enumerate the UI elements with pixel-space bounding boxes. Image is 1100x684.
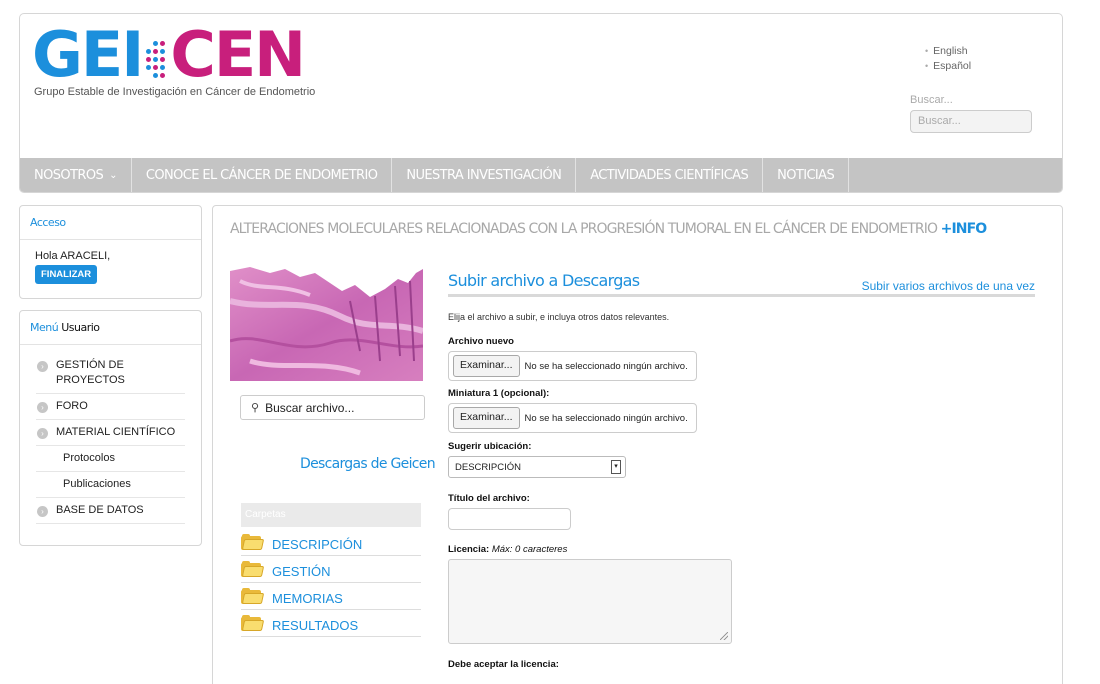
menu-item-label: BASE DE DATOS [56,504,144,516]
folder-icon [241,534,265,551]
file-search-input[interactable]: ⚲ Buscar archivo... [240,395,425,420]
folder-descripcion[interactable]: DESCRIPCIÓN [241,529,421,556]
more-info-link[interactable]: +INFO [941,221,988,237]
license-textarea[interactable] [448,559,732,644]
access-title-text: Acceso [30,216,66,229]
nav-nosotros[interactable]: NOSOTROS ⌄ [20,158,132,192]
file-status: No se ha seleccionado ningún archivo. [524,360,688,372]
user-menu-panel: Menú Usuario › GESTIÓN DE PROYECTOS › FO… [19,310,202,546]
nav-actividades-cientificas[interactable]: ACTIVIDADES CIENTÍFICAS [576,158,764,192]
logo-tagline: Grupo Estable de Investigación en Cáncer… [34,86,316,98]
arrow-circle-icon: › [37,402,48,413]
user-menu-title-part2: Usuario [61,321,100,334]
file-title-input[interactable] [448,508,571,530]
nav-nosotros-label: NOSOTROS [34,168,104,183]
folder-resultados[interactable]: RESULTADOS [241,610,421,637]
folder-label: RESULTADOS [272,618,359,633]
new-file-input[interactable]: Examinar... No se ha seleccionado ningún… [448,351,697,381]
nav-nuestra-investigacion[interactable]: NUESTRA INVESTIGACIÓN [392,158,577,192]
arrow-circle-icon: › [37,428,48,439]
file-status: No se ha seleccionado ningún archivo. [524,412,688,424]
resize-grip-icon[interactable] [720,632,728,640]
license-label: Licencia: Máx: 0 caracteres [448,544,1035,555]
menu-item-label: Protocolos [63,452,115,464]
access-panel: Acceso Hola ARACELI, FINALIZAR [19,205,202,299]
site-search-input[interactable]: Buscar... [910,110,1032,133]
user-menu-list: › GESTIÓN DE PROYECTOS › FORO › MATERIAL… [20,345,201,524]
location-select[interactable]: DESCRIPCIÓN ▾ [448,456,626,478]
logout-button[interactable]: FINALIZAR [35,265,98,284]
chevron-down-icon: ⌄ [109,170,117,181]
folder-icon [241,561,265,578]
folder-gestion[interactable]: GESTIÓN [241,556,421,583]
site-header: GEI CEN Grupo Estable de Investigación e… [19,13,1063,193]
menu-item-material-cientifico[interactable]: › MATERIAL CIENTÍFICO [36,420,185,446]
language-switcher: English Español [925,44,971,74]
license-label-text: Licencia: [448,544,490,555]
search-icon: ⚲ [251,402,260,414]
browse-button[interactable]: Examinar... [453,407,520,429]
page-title-text: ALTERACIONES MOLECULARES RELACIONADAS CO… [230,221,938,237]
search-label: Buscar... [910,94,953,106]
user-menu-title-part1: Menú [30,321,59,334]
folder-icon [241,588,265,605]
folder-label: GESTIÓN [272,564,331,579]
main-content: ALTERACIONES MOLECULARES RELACIONADAS CO… [212,205,1063,684]
menu-item-label: FORO [56,400,88,412]
logo-text-gei: GEI [32,18,144,91]
folder-label: DESCRIPCIÓN [272,537,363,552]
user-greeting: Hola ARACELI, [35,250,111,262]
site-logo[interactable]: GEI CEN Grupo Estable de Investigación e… [32,24,362,114]
folder-label: MEMORIAS [272,591,343,606]
accept-license-label: Debe aceptar la licencia: [448,659,559,670]
thumbnail-file-input[interactable]: Examinar... No se ha seleccionado ningún… [448,403,697,433]
histology-image [230,261,423,381]
access-panel-title: Acceso [20,206,201,240]
page-title: ALTERACIONES MOLECULARES RELACIONADAS CO… [230,221,988,237]
language-spanish[interactable]: Español [925,59,971,74]
upload-form-intro: Elija el archivo a subir, e incluya otro… [448,312,670,322]
logo-text-cen: CEN [170,18,306,91]
menu-item-protocolos[interactable]: Protocolos [36,446,185,472]
language-english[interactable]: English [925,44,971,59]
folder-memorias[interactable]: MEMORIAS [241,583,421,610]
downloads-title[interactable]: Descargas de Geicen [300,456,436,472]
menu-item-label: GESTIÓN DE PROYECTOS [56,359,125,386]
nav-conoce-cancer[interactable]: CONOCE EL CÁNCER DE ENDOMETRIO [132,158,393,192]
file-search-placeholder: Buscar archivo... [265,400,355,415]
multi-upload-link[interactable]: Subir varios archivos de una vez [862,279,1035,293]
thumbnail-label: Miniatura 1 (opcional): [448,388,550,399]
location-label: Sugerir ubicación: [448,441,532,452]
menu-item-foro[interactable]: › FORO [36,394,185,420]
main-nav: NOSOTROS ⌄ CONOCE EL CÁNCER DE ENDOMETRI… [20,158,1062,192]
arrow-circle-icon: › [37,361,48,372]
menu-item-gestion-proyectos[interactable]: › GESTIÓN DE PROYECTOS [36,353,185,394]
location-select-value: DESCRIPCIÓN [455,461,521,473]
license-note: Máx: 0 caracteres [491,544,568,555]
logo-dots-icon [145,40,166,80]
menu-item-base-de-datos[interactable]: › BASE DE DATOS [36,498,185,524]
dropdown-arrow-icon: ▾ [611,460,621,474]
new-file-label: Archivo nuevo [448,336,514,347]
folders-header: Carpetas [241,503,421,527]
nav-noticias[interactable]: NOTICIAS [763,158,850,192]
file-title-label: Título del archivo: [448,493,530,504]
user-menu-title: Menú Usuario [20,311,201,345]
arrow-circle-icon: › [37,506,48,517]
menu-item-label: Publicaciones [63,478,131,490]
folder-icon [241,615,265,632]
upload-form: Subir archivo a Descargas Subir varios a… [448,271,1035,670]
menu-item-publicaciones[interactable]: Publicaciones [36,472,185,498]
browse-button[interactable]: Examinar... [453,355,520,377]
form-title-divider [448,294,1035,297]
folder-list: DESCRIPCIÓN GESTIÓN MEMORIAS RESULTADOS [241,529,421,637]
menu-item-label: MATERIAL CIENTÍFICO [56,426,176,438]
